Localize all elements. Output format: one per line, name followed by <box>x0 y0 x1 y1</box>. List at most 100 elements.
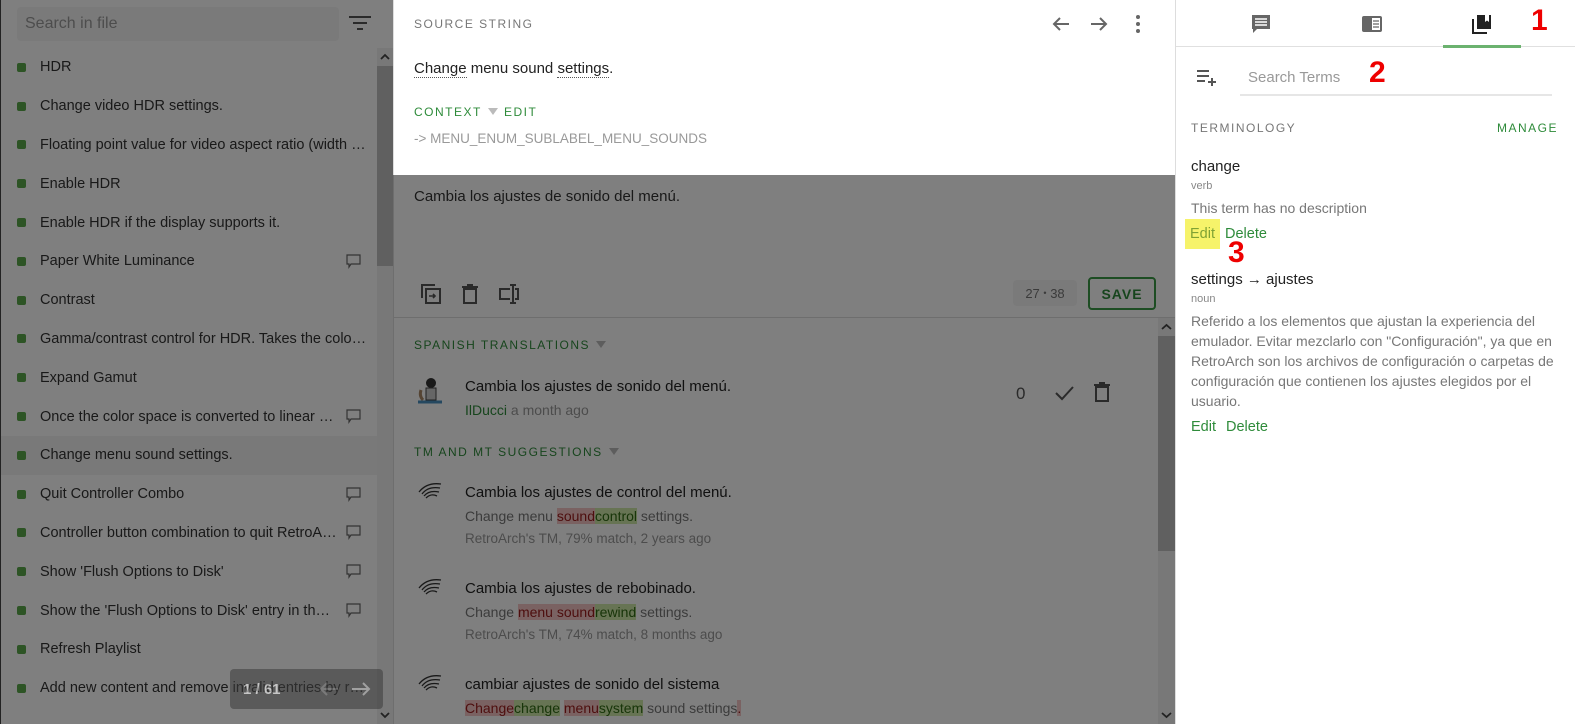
search-in-file <box>17 7 339 41</box>
filter-icon[interactable] <box>349 14 371 32</box>
string-list-item-label: Enable HDR <box>40 175 121 192</box>
diff-removed: sound <box>556 508 595 524</box>
tab-comments[interactable] <box>1222 0 1300 47</box>
string-list-item[interactable]: Refresh Playlist <box>1 630 377 669</box>
string-list-item[interactable]: Expand Gamut <box>1 358 377 397</box>
pager-next-icon[interactable] <box>350 681 372 697</box>
term-description: Referido a los elementos que ajustan la … <box>1191 313 1554 409</box>
scroll-up-icon[interactable] <box>1161 322 1172 332</box>
annotation-1: 1 <box>1531 4 1548 37</box>
counter-max: 38 <box>1050 285 1065 301</box>
translation-memory-icon <box>418 579 442 595</box>
translated-status-icon <box>17 683 26 693</box>
diff-removed: menu <box>563 700 599 716</box>
info-panel-icon <box>1362 15 1382 32</box>
string-list-item[interactable]: Paper White Luminance <box>1 242 377 281</box>
edit-context-button[interactable]: EDIT <box>504 105 537 119</box>
comment-icon <box>1252 14 1270 33</box>
term-actions: Edit Delete <box>1191 419 1556 435</box>
glossary-term-highlight[interactable]: Change <box>414 60 467 78</box>
translated-status-icon <box>17 62 26 72</box>
edit-term-button[interactable]: Edit <box>1191 419 1216 435</box>
string-pager: 1 / 61 <box>230 669 383 709</box>
scroll-up-icon[interactable] <box>380 52 390 62</box>
suggestion-translation: Cambia los ajustes de control del menú. <box>465 484 732 501</box>
string-list-item[interactable]: Enable HDR <box>1 164 377 203</box>
string-list-item[interactable]: Contrast <box>1 281 377 320</box>
search-terms-input[interactable] <box>1240 60 1552 94</box>
string-list-item[interactable]: Quit Controller Combo <box>1 475 377 514</box>
add-term-icon[interactable] <box>1196 67 1218 87</box>
sidebar-scroll-thumb[interactable] <box>377 66 393 266</box>
suggestions-scroll-thumb[interactable] <box>1158 336 1175 551</box>
pager-previous-icon[interactable] <box>318 681 340 697</box>
delete-term-button[interactable]: Delete <box>1226 419 1268 435</box>
string-list-item[interactable]: Once the color space is converted to lin… <box>1 397 377 436</box>
diff-added: change <box>514 700 560 716</box>
string-list-item-label: Gamma/contrast control for HDR. Takes th… <box>40 330 367 347</box>
string-list-item[interactable]: Controller button combination to quit Re… <box>1 514 377 553</box>
suggestions-scrollbar[interactable] <box>1158 318 1175 724</box>
save-button[interactable]: SAVE <box>1088 277 1156 310</box>
copy-source-icon[interactable] <box>418 281 444 307</box>
translated-status-icon <box>17 218 26 228</box>
manage-terminology-link[interactable]: MANAGE <box>1497 121 1558 135</box>
comment-icon <box>346 254 361 269</box>
search-in-file-input[interactable] <box>17 7 339 41</box>
string-list-item[interactable]: Gamma/contrast control for HDR. Takes th… <box>1 320 377 359</box>
sidebar-scrollbar[interactable] <box>377 48 393 724</box>
translated-status-icon <box>17 450 26 460</box>
author-link[interactable]: IlDucci <box>465 402 507 418</box>
translated-status-icon <box>17 256 26 266</box>
counter-separator: • <box>1043 288 1047 298</box>
string-list-item-label: Expand Gamut <box>40 369 137 386</box>
annotation-3: 3 <box>1228 236 1245 269</box>
source-string-title: SOURCE STRING <box>414 17 534 31</box>
more-options-icon[interactable] <box>1127 13 1149 35</box>
annotation-2: 2 <box>1369 56 1386 89</box>
translation-editor: 27 • 38 SAVE <box>394 175 1176 318</box>
insert-placeholder-icon[interactable] <box>496 281 522 307</box>
string-list-item[interactable]: Show the 'Flush Options to Disk' entry i… <box>1 591 377 630</box>
suggestion-meta: RetroArch's TM, 74% match, 8 months ago <box>465 627 723 642</box>
translated-status-icon <box>17 334 26 344</box>
diff-unchanged: settings. <box>637 508 694 524</box>
diff-unchanged: Change <box>465 604 518 620</box>
scroll-down-icon[interactable] <box>1161 710 1172 720</box>
translation-input[interactable] <box>414 187 1154 257</box>
scroll-down-icon[interactable] <box>380 710 390 720</box>
previous-string-arrow-icon[interactable] <box>1050 13 1072 35</box>
tab-terminology[interactable] <box>1443 0 1521 48</box>
tm-mt-suggestions-toggle[interactable]: TM AND MT SUGGESTIONS <box>414 445 619 459</box>
next-string-arrow-icon[interactable] <box>1088 13 1110 35</box>
string-list-item[interactable]: Change video HDR settings. <box>1 87 377 126</box>
string-list-item-label: HDR <box>40 59 72 76</box>
right-panel: 1 2 TERMINOLOGY MANAGE change verb This te… <box>1175 0 1575 724</box>
term-name: settings → ajustes <box>1191 271 1314 288</box>
term-entry: settings → ajustes noun Referido a los ele… <box>1191 271 1556 435</box>
term-name: change <box>1191 158 1241 175</box>
string-list: HDR Change video HDR settings. Floating po… <box>1 48 377 708</box>
translation-time: a month ago <box>510 402 589 418</box>
context-toggle[interactable]: CONTEXT <box>414 105 498 119</box>
user-avatar[interactable] <box>415 376 445 408</box>
translated-status-icon <box>17 101 26 111</box>
term-description: This term has no description <box>1191 200 1367 216</box>
string-list-item[interactable]: Change menu sound settings. <box>1 435 377 475</box>
edit-term-button[interactable]: Edit <box>1185 219 1220 249</box>
string-list-item[interactable]: Show 'Flush Options to Disk' <box>1 552 377 591</box>
approve-check-icon[interactable] <box>1053 382 1075 404</box>
clear-translation-icon[interactable] <box>457 281 483 307</box>
glossary-term-highlight[interactable]: settings <box>557 60 610 78</box>
translated-status-icon <box>17 567 26 577</box>
string-list-item-label: Floating point value for video aspect ra… <box>40 136 367 153</box>
term-actions: Edit Delete <box>1185 219 1556 249</box>
string-list-item[interactable]: Enable HDR if the display supports it. <box>1 203 377 242</box>
spanish-translations-toggle[interactable]: SPANISH TRANSLATIONS <box>414 338 607 352</box>
string-list-item[interactable]: Floating point value for video aspect ra… <box>1 126 377 165</box>
tab-string-info[interactable] <box>1333 0 1411 47</box>
diff-added: system <box>598 700 644 716</box>
delete-translation-icon[interactable] <box>1091 381 1113 403</box>
string-list-item[interactable]: HDR <box>1 48 377 87</box>
string-list-sidebar: HDR Change video HDR settings. Floating po… <box>0 0 393 724</box>
